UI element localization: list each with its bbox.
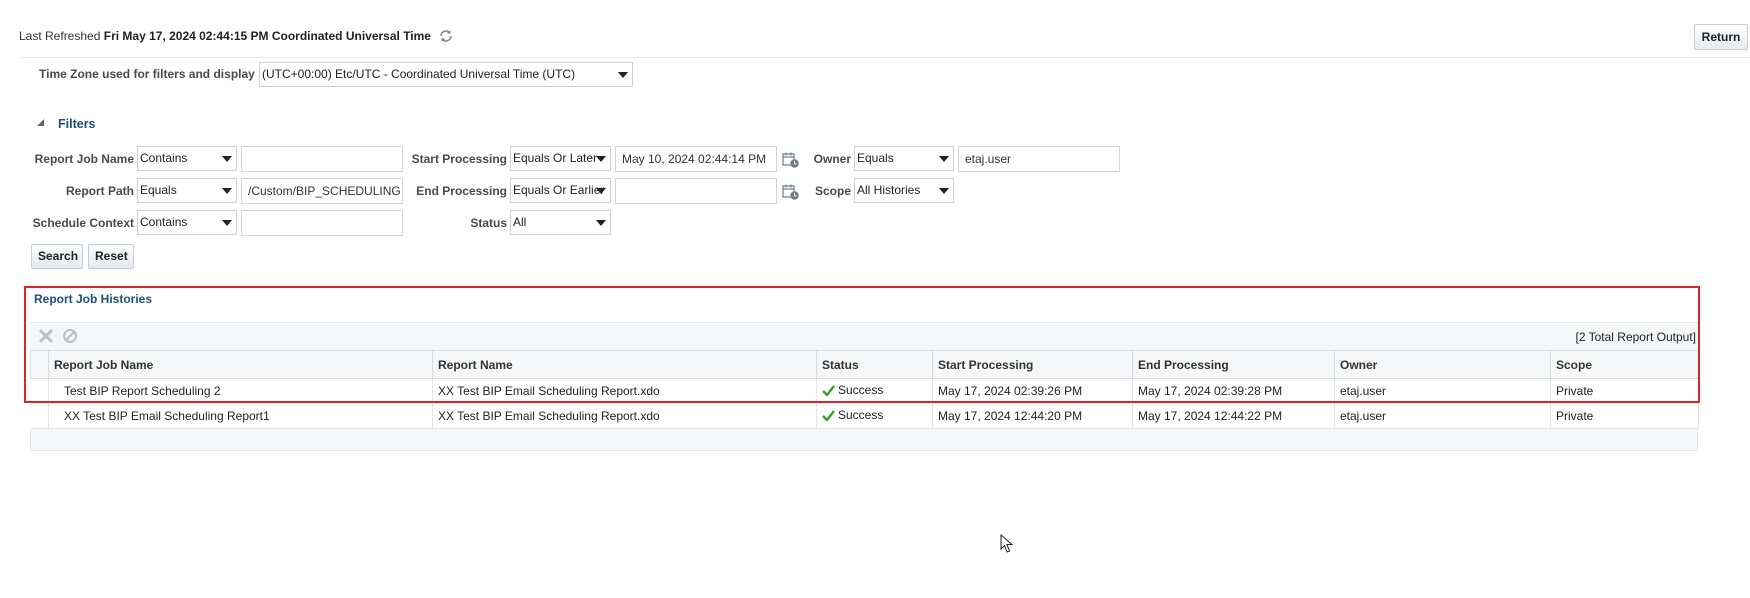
start-processing-operator-value: Equals Or Later [513, 151, 598, 165]
report-path-label: Report Path [65, 184, 134, 198]
row-selector[interactable] [30, 378, 49, 404]
scope-value: All Histories [857, 183, 921, 197]
last-refreshed-label: Last Refreshed [19, 29, 101, 43]
status-text: Success [838, 408, 884, 422]
schedule-context-label: Schedule Context [32, 216, 134, 230]
timezone-select[interactable]: (UTC+00:00) Etc/UTC - Coordinated Univer… [259, 62, 633, 87]
row-selector-header [30, 350, 49, 379]
status-cell: Success [816, 403, 933, 429]
triangle-down-icon[interactable] [37, 119, 44, 126]
column-header[interactable]: Scope [1550, 350, 1699, 379]
chevron-down-icon [939, 156, 949, 162]
chevron-down-icon [618, 72, 628, 78]
start-processing-operator[interactable]: Equals Or Later [510, 146, 611, 171]
end-processing-operator-value: Equals Or Earlier [513, 183, 605, 197]
chevron-down-icon [596, 220, 606, 226]
table-row[interactable]: Test BIP Report Scheduling 2 XX Test BIP… [30, 378, 1699, 404]
start-cell: May 17, 2024 02:39:26 PM [932, 378, 1133, 404]
report-job-name-label: Report Job Name [34, 152, 134, 166]
column-header[interactable]: Report Name [432, 350, 817, 379]
start-processing-input[interactable]: May 10, 2024 02:44:14 PM [615, 146, 777, 172]
chevron-down-icon [222, 188, 232, 194]
report-path-input[interactable]: /Custom/BIP_SCHEDULING [241, 178, 403, 204]
status-select[interactable]: All [510, 210, 611, 235]
table-row[interactable]: XX Test BIP Email Scheduling Report1 XX … [30, 403, 1699, 429]
report-path-operator-value: Equals [140, 183, 177, 197]
start-processing-label: Start Processing [411, 152, 507, 166]
end-cell: May 17, 2024 02:39:28 PM [1132, 378, 1335, 404]
status-value: All [513, 215, 527, 229]
report-job-name-operator-value: Contains [140, 151, 188, 165]
chevron-down-icon [939, 188, 949, 194]
start-cell: May 17, 2024 12:44:20 PM [932, 403, 1133, 429]
column-header[interactable]: End Processing [1132, 350, 1335, 379]
scope-select[interactable]: All Histories [854, 178, 954, 203]
search-button[interactable]: Search [31, 244, 83, 269]
column-header[interactable]: Report Job Name [48, 350, 433, 379]
calendar-icon[interactable] [782, 152, 800, 169]
status-text: Success [838, 383, 884, 397]
column-header[interactable]: Start Processing [932, 350, 1133, 379]
status-label: Status [470, 216, 507, 230]
column-header[interactable]: Owner [1334, 350, 1551, 379]
delete-icon[interactable] [38, 328, 54, 347]
filters-title[interactable]: Filters [58, 117, 96, 131]
schedule-context-operator[interactable]: Contains [137, 210, 237, 235]
chevron-down-icon [222, 156, 232, 162]
table-header-row: Report Job Name Report Name Status Start… [30, 350, 1699, 379]
owner-cell: etaj.user [1334, 378, 1551, 404]
owner-cell: etaj.user [1334, 403, 1551, 429]
report-name-cell: XX Test BIP Email Scheduling Report.xdo [432, 403, 817, 429]
owner-label: Owner [813, 152, 851, 166]
last-refreshed: Last Refreshed Fri May 17, 2024 02:44:15… [19, 29, 454, 46]
timezone-label: Time Zone used for filters and display [39, 67, 255, 81]
checkmark-icon [822, 385, 835, 399]
column-header[interactable]: Status [816, 350, 933, 379]
results-toolbar: [2 Total Report Output] [30, 322, 1698, 350]
job-name-cell[interactable]: Test BIP Report Scheduling 2 [48, 378, 433, 404]
end-processing-operator[interactable]: Equals Or Earlier [510, 178, 611, 203]
schedule-context-input[interactable] [241, 210, 403, 236]
report-name-cell: XX Test BIP Email Scheduling Report.xdo [432, 378, 817, 404]
calendar-icon[interactable] [782, 184, 800, 201]
refresh-icon[interactable] [438, 29, 454, 46]
table-footer [30, 429, 1698, 451]
chevron-down-icon [596, 156, 606, 162]
schedule-context-operator-value: Contains [140, 215, 188, 229]
job-name-cell[interactable]: XX Test BIP Email Scheduling Report1 [48, 403, 433, 429]
scope-label: Scope [814, 184, 851, 198]
return-button[interactable]: Return [1694, 24, 1748, 50]
cursor-icon [1000, 533, 1014, 557]
timezone-value: (UTC+00:00) Etc/UTC - Coordinated Univer… [262, 67, 576, 81]
results-title: Report Job Histories [34, 292, 153, 306]
scope-cell: Private [1550, 378, 1699, 404]
end-processing-label: End Processing [416, 184, 507, 198]
divider [19, 57, 1750, 58]
owner-operator-value: Equals [857, 151, 894, 165]
checkmark-icon [822, 410, 835, 424]
chevron-down-icon [596, 188, 606, 194]
report-job-name-input[interactable] [241, 146, 403, 172]
row-selector[interactable] [30, 403, 49, 429]
owner-operator[interactable]: Equals [854, 146, 954, 171]
cancel-icon[interactable] [62, 328, 78, 347]
scope-cell: Private [1550, 403, 1699, 429]
status-cell: Success [816, 378, 933, 404]
results-table: Report Job Name Report Name Status Start… [30, 350, 1699, 429]
chevron-down-icon [222, 220, 232, 226]
last-refreshed-value: Fri May 17, 2024 02:44:15 PM Coordinated… [103, 29, 431, 43]
end-cell: May 17, 2024 12:44:22 PM [1132, 403, 1335, 429]
reset-button[interactable]: Reset [88, 244, 134, 269]
report-job-name-operator[interactable]: Contains [137, 146, 237, 171]
report-path-operator[interactable]: Equals [137, 178, 237, 203]
end-processing-input[interactable] [615, 178, 777, 204]
total-count-label: [2 Total Report Output] [1575, 330, 1696, 344]
owner-input[interactable]: etaj.user [958, 146, 1120, 172]
